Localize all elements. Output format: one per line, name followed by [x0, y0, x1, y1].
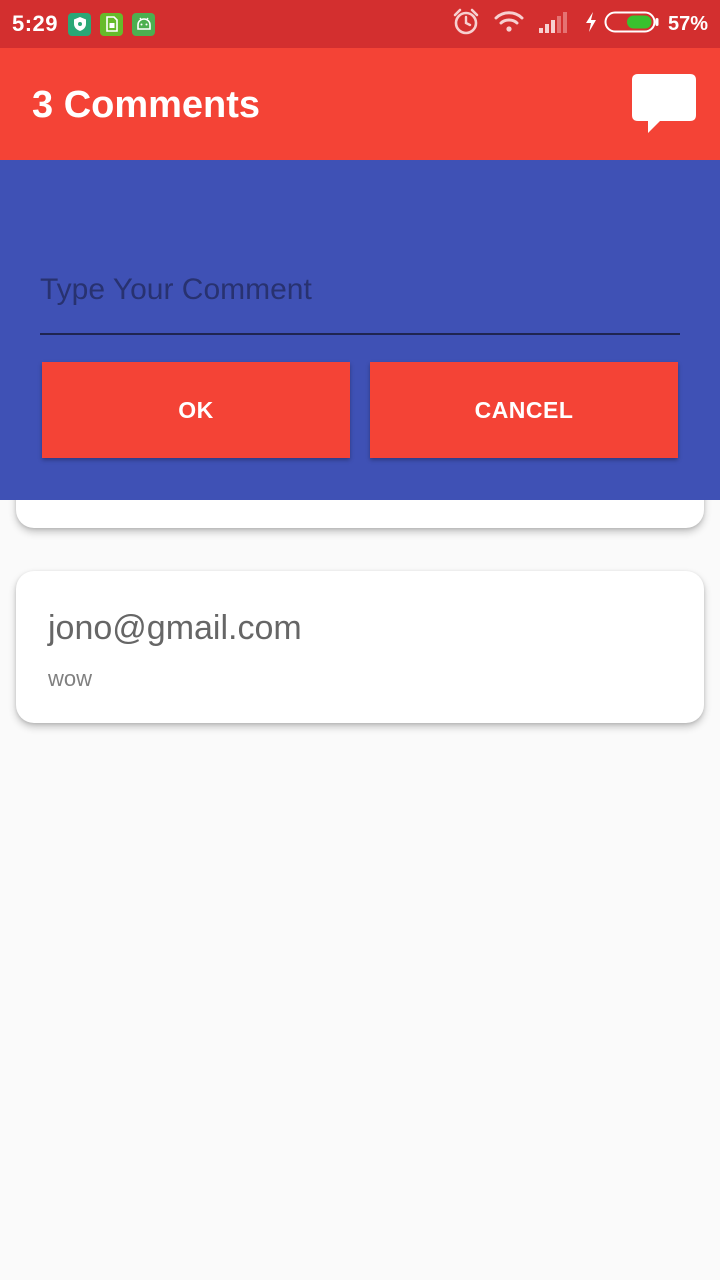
battery-percent: 57%	[667, 12, 708, 35]
status-system-icons: 57%	[438, 8, 708, 41]
comment-text: wow	[48, 666, 93, 691]
screen: 5:29 57% 3 Comments jono@gmail.com wow T…	[0, 0, 720, 1280]
sim-card-icon	[100, 12, 124, 36]
wifi-icon	[494, 10, 524, 39]
android-icon	[132, 12, 156, 36]
shield-icon	[68, 12, 92, 36]
ok-button-label: OK	[178, 396, 214, 423]
alarm-icon	[452, 8, 480, 41]
app-bar: 3 Comments	[0, 48, 720, 160]
signal-icon	[538, 10, 570, 39]
chat-bubble-button[interactable]	[630, 73, 698, 137]
battery-icon	[604, 10, 660, 39]
comment-card[interactable]: jono@gmail.com wow	[16, 571, 704, 723]
cancel-button[interactable]: CANCEL	[370, 362, 678, 458]
status-bar: 5:29 57%	[0, 0, 720, 48]
ok-button[interactable]: OK	[42, 362, 350, 458]
cancel-button-label: CANCEL	[474, 396, 574, 423]
chat-bubble-icon	[632, 74, 696, 133]
charging-icon	[584, 11, 598, 38]
page-title: 3 Comments	[32, 84, 261, 126]
comment-input-panel: OK CANCEL	[0, 160, 720, 500]
status-time: 5:29	[12, 11, 59, 36]
comment-author-email: jono@gmail.com	[48, 609, 302, 647]
comment-input[interactable]	[40, 246, 680, 335]
